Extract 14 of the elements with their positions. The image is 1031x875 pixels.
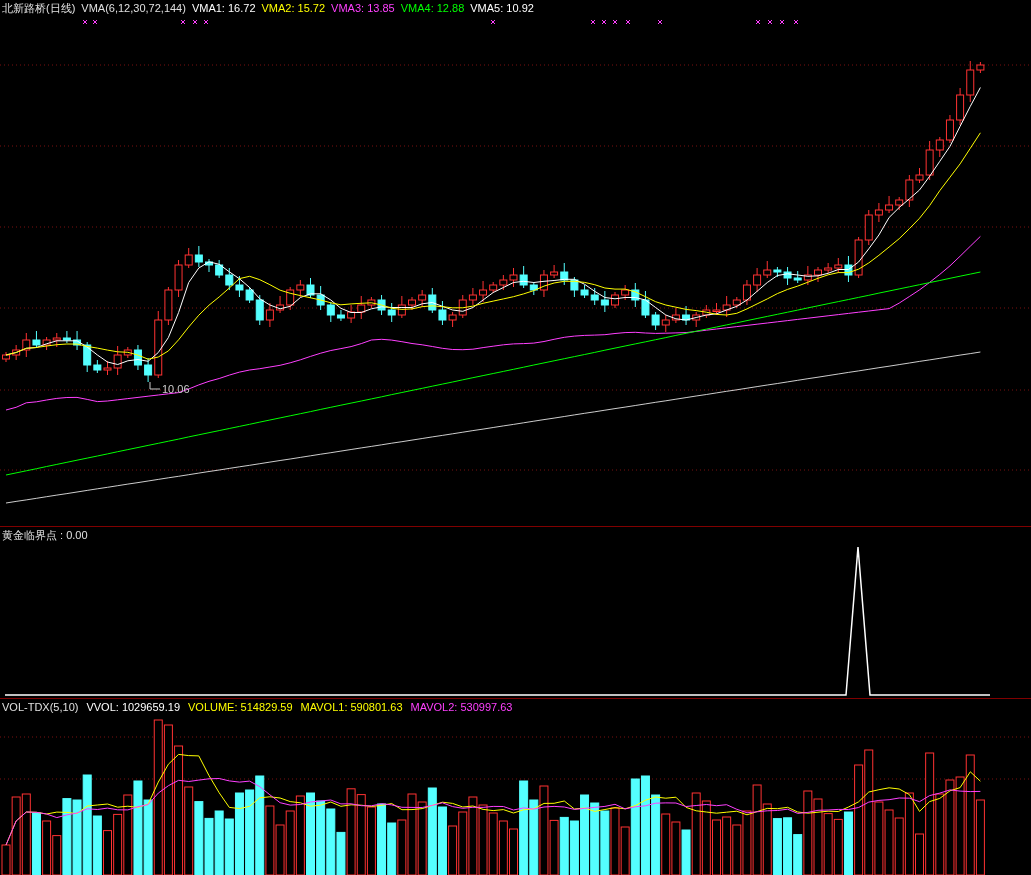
volume-value: MAVOL1: 590801.63 (300, 701, 403, 713)
indicator-name: VMA(6,12,30,72,144) (81, 2, 186, 14)
indicator-value: VMA1: 16.72 (191, 2, 256, 14)
indicator-value: VMA4: 12.88 (400, 2, 465, 14)
signal-title: 黄金临界点 : 0.00 (2, 529, 88, 541)
volume-indicator-name: VOL-TDX(5,10) (2, 701, 79, 713)
volume-value: MAVOL2: 530997.63 (410, 701, 513, 713)
volume-value: VOLUME: 514829.59 (188, 701, 293, 713)
low-price-label: 10.06 (162, 383, 190, 395)
indicator-value: VMA5: 10.92 (470, 2, 534, 14)
volume-value: VVOL: 1029659.19 (86, 701, 180, 713)
stock-title: 北新路桥(日线) (2, 2, 76, 14)
indicator-value: VMA3: 13.85 (331, 2, 395, 14)
indicator-value: VMA2: 15.72 (261, 2, 326, 14)
